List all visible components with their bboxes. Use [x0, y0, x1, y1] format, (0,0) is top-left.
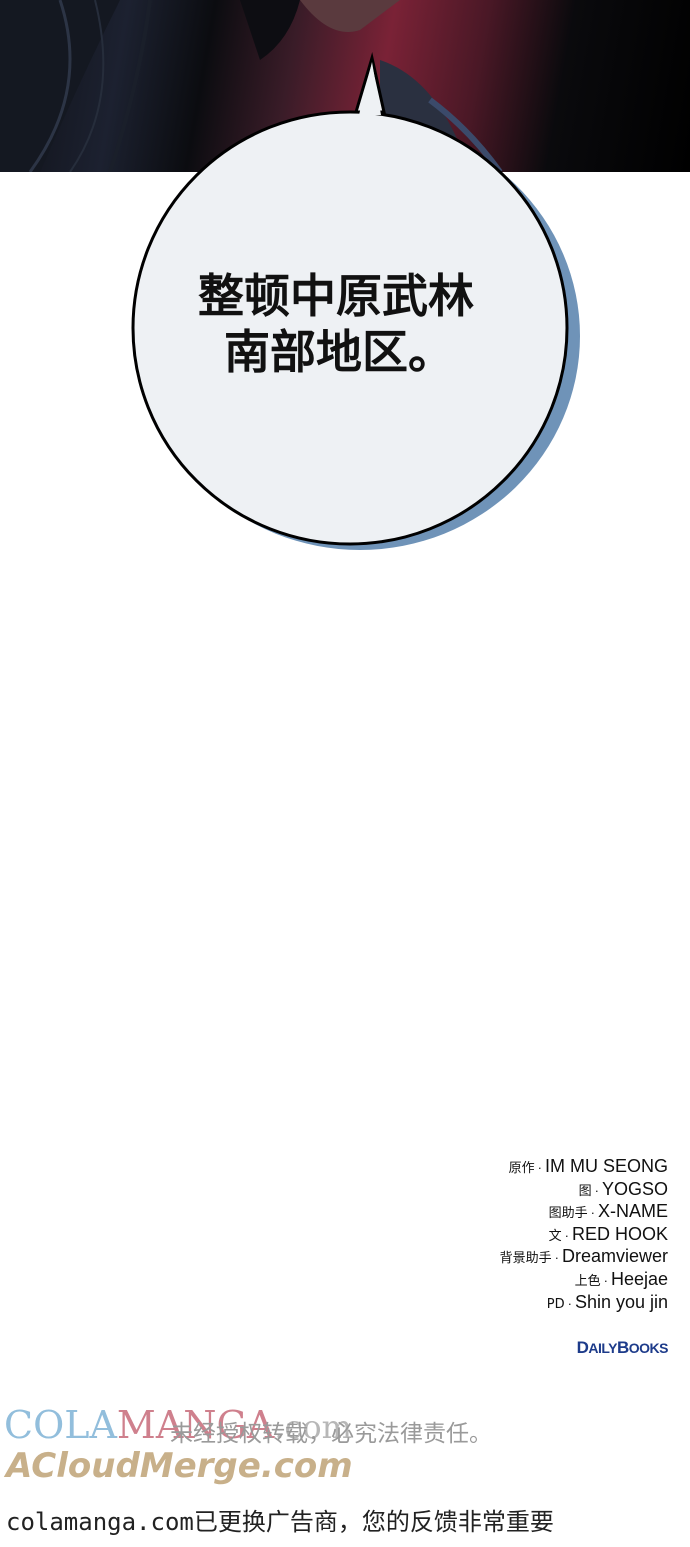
credit-row-art-assistant: 图助手 · X-NAME: [548, 1201, 668, 1222]
credit-role: 文: [548, 1228, 562, 1244]
credit-row-original: 原作 · IM MU SEONG: [508, 1156, 668, 1176]
credit-name: X-NAME: [597, 1201, 668, 1222]
credit-role: 背景助手: [499, 1251, 552, 1267]
credit-name: YOGSO: [601, 1178, 668, 1199]
credit-row-art: 图 · YOGSO: [578, 1178, 668, 1199]
credits-block: 原作 · IM MU SEONG 图 · YOGSO 图助手 · X-NAME 文 · RED …: [368, 1155, 668, 1313]
credit-role: 图助手: [548, 1206, 588, 1222]
credit-row-background-assistant: 背景助手 · Dreamviewer: [499, 1246, 668, 1267]
credit-row-colorist: 上色 · Heejae: [574, 1268, 668, 1289]
credit-row-writer: 文 · RED HOOK: [548, 1223, 668, 1244]
credit-role: PD: [546, 1296, 565, 1312]
bubble-line-1: 整顿中原武林: [198, 269, 474, 323]
credit-name: Dreamviewer: [561, 1246, 668, 1267]
credit-role: 原作: [508, 1161, 535, 1176]
credit-role: 上色: [574, 1273, 601, 1289]
copyright-notice: 未经授权转载，必究法律责任。: [170, 1421, 492, 1447]
credit-name: IM MU SEONG: [544, 1156, 668, 1176]
publisher-logo: DAILYBOOKS: [576, 1338, 669, 1357]
credit-name: Shin you jin: [574, 1291, 668, 1312]
credit-name: RED HOOK: [571, 1223, 668, 1244]
credit-name: Heejae: [610, 1268, 668, 1289]
credit-role: 图: [578, 1183, 592, 1199]
credit-row-pd: PD · Shin you jin: [546, 1291, 668, 1312]
bubble-line-2: 南部地区。: [224, 325, 454, 379]
speech-bubble: 整顿中原武林 南部地区。: [0, 0, 690, 620]
footer-ad-notice: colamanga.com已更换广告商，您的反馈非常重要: [6, 1508, 554, 1536]
acloudmerge-watermark: ACloudMerge.com: [6, 1446, 353, 1486]
speech-bubble-text: 整顿中原武林 南部地区。: [150, 268, 550, 380]
